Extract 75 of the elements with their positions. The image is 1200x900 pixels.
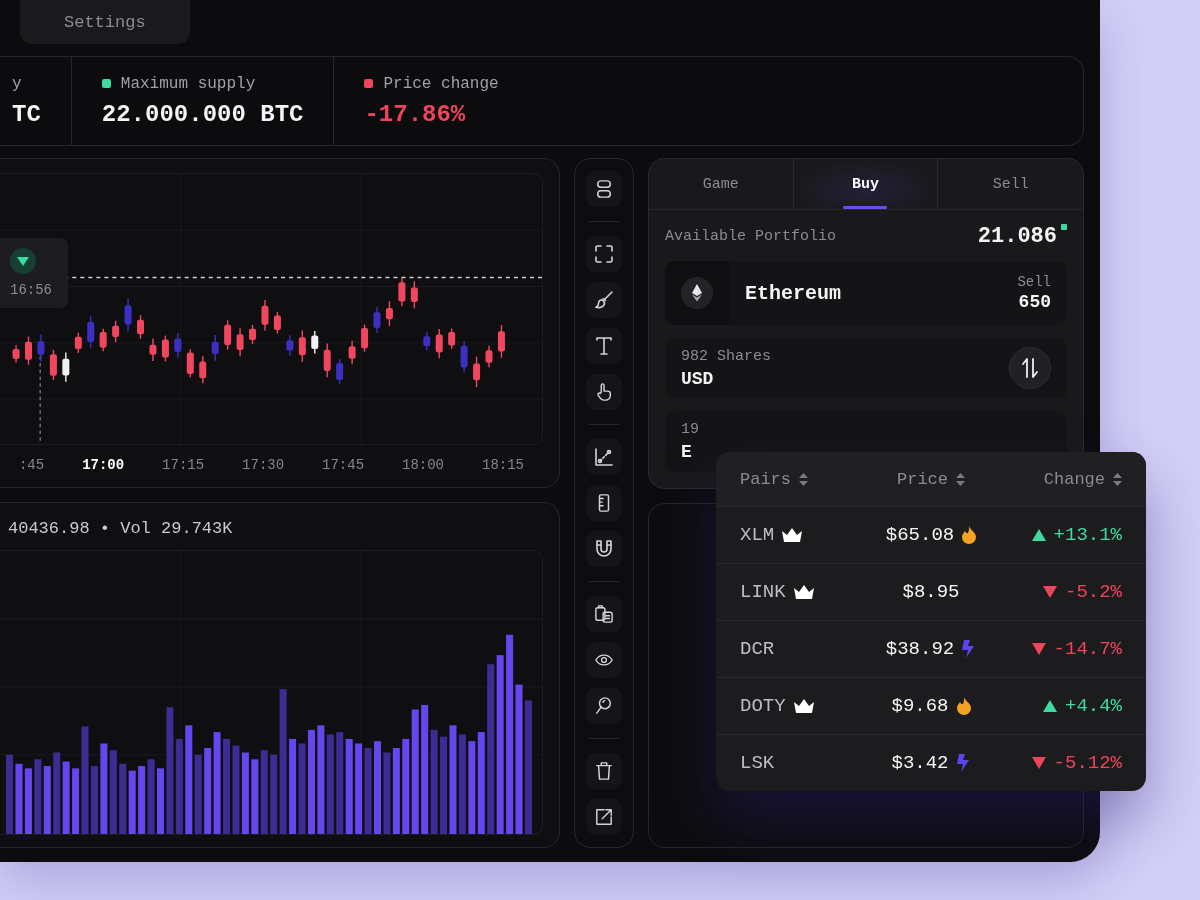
clipboard-icon [595,605,613,623]
price-value: $8.95 [902,581,960,603]
column-header[interactable]: Price [897,469,948,489]
volume-summary: 40436.98 • Vol 29.743K [7,519,234,538]
visibility-button[interactable] [586,642,622,678]
pair-name: XLM [740,524,775,546]
zoom-button[interactable] [586,688,622,724]
portfolio-label: Available Portfolio [665,228,837,245]
zoom-icon [595,697,613,715]
time-axis-label: 18:00 [402,457,445,473]
trend-line-icon [595,448,613,466]
copy-button[interactable] [586,596,622,632]
sort-icon [956,472,965,486]
asset-side-label: Sell [1017,274,1051,290]
nav-tab[interactable]: Settings [20,0,190,44]
fullscreen-icon [595,245,613,263]
currency-value: E [681,442,693,462]
change-value: -5.2% [1065,581,1122,603]
hand-pointer-icon [595,383,613,401]
trade-tab[interactable]: Game [649,159,794,209]
asset-name: Ethereum [745,281,841,305]
layout-button[interactable] [586,171,622,207]
time-axis-label: 17:15 [162,457,205,473]
delete-button[interactable] [586,753,622,789]
stat-label: Price change [383,74,499,93]
change-value: -14.7% [1053,638,1122,660]
trade-tab[interactable]: Sell [938,159,1083,209]
change-value: +13.1% [1053,524,1122,546]
price-value: $3.42 [891,752,949,774]
stat-value: TC [12,100,41,128]
share-icon [595,808,613,826]
brush-icon [595,291,613,309]
ruler-button[interactable] [586,485,622,521]
trash-icon [595,762,613,780]
asset-amount: 650 [1018,292,1051,312]
swap-arrows-icon [1020,358,1040,378]
trend-line-button[interactable] [586,439,622,475]
layout-icon [595,180,613,198]
time-axis-label: 17:45 [322,457,365,473]
share-button[interactable] [586,799,622,835]
price-value: $38.92 [885,638,955,660]
time-axis-label: 17:00 [82,457,125,473]
pair-name: LSK [740,752,775,774]
column-header[interactable]: Pairs [740,469,791,489]
time-axis-label: 17:30 [242,457,285,473]
shares-label: 19 [681,421,699,438]
price-value: $9.68 [891,695,949,717]
asset-row[interactable]: Ethereum Sell 650 [665,261,1067,325]
stat-label: Maximum supply [120,74,256,93]
eye-icon [595,651,613,669]
stat-label: y [12,74,22,93]
pair-name: DCR [740,638,775,660]
swap-button[interactable] [1009,347,1051,389]
time-axis-label: 18:15 [482,457,524,473]
column-header[interactable]: Change [1043,469,1105,489]
brush-tool-button[interactable] [586,282,622,318]
stat-value: -17.86% [364,100,467,128]
pair-name: DOTY [740,695,786,717]
stat-value: 22.000.000 BTC [101,100,304,128]
shares-label: 982 Shares [681,347,771,365]
fullscreen-button[interactable] [586,236,622,272]
pointer-tool-button[interactable] [586,374,622,410]
sort-icon [799,472,808,486]
sort-icon [1113,472,1122,486]
price-value: $65.08 [885,524,955,546]
portfolio-value: 21.086 [977,224,1057,249]
text-tool-icon [595,337,613,355]
change-value: +4.4% [1065,695,1122,717]
pair-name: LINK [740,581,786,603]
text-tool-button[interactable] [586,328,622,364]
currency-value: USD [681,368,715,389]
change-value: -5.12% [1053,752,1122,774]
magnet-button[interactable] [586,531,622,567]
magnet-icon [595,540,613,558]
time-axis-label: :45 [18,457,45,473]
